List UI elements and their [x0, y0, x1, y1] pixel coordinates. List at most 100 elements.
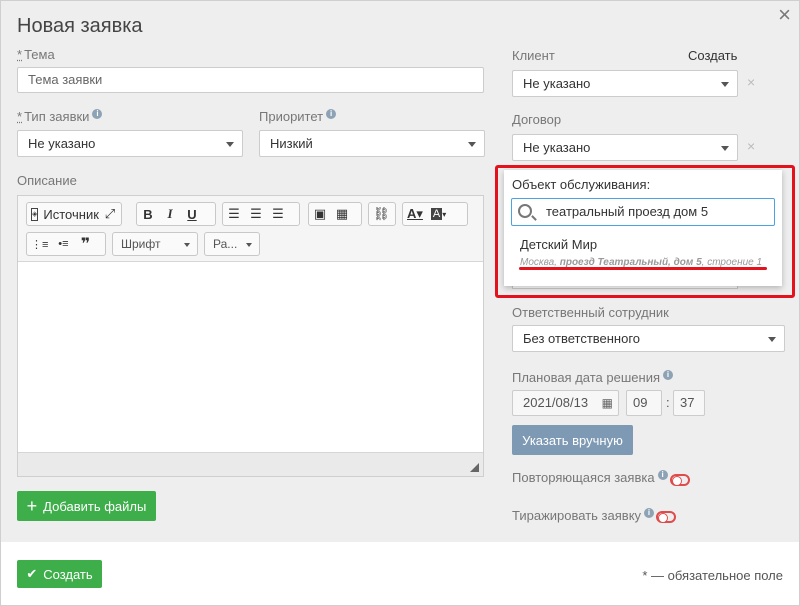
text-color-icon: A▾: [407, 206, 423, 221]
color-group: A▾ A ▾: [402, 202, 468, 226]
due-hour-input[interactable]: 09: [626, 390, 662, 416]
client-select[interactable]: Не указано: [512, 70, 738, 97]
maximize-button[interactable]: ⤢: [99, 203, 121, 225]
info-icon[interactable]: i: [657, 470, 668, 480]
create-client-link[interactable]: Создать: [688, 48, 737, 63]
link-icon: ⛓: [373, 206, 390, 221]
description-label: Описание: [17, 173, 77, 188]
contract-value: Не указано: [523, 140, 591, 155]
editor-toolbar: ◈ Источник ⤢ B I U ☰ ☰ ☰ ▣ ▦ ⛓ A▾ A ▾ ⋮≡…: [18, 196, 483, 262]
responsible-select[interactable]: Без ответственного: [512, 325, 785, 352]
dialog-title: Новая заявка: [17, 15, 143, 37]
link-button[interactable]: ⛓: [369, 203, 394, 225]
chevron-down-icon: [468, 142, 476, 147]
plus-icon: +: [26, 496, 38, 516]
toggle-switch[interactable]: [656, 510, 676, 523]
source-icon: ◈: [31, 207, 39, 221]
bold-button[interactable]: B: [137, 203, 159, 225]
client-label: Клиент: [512, 48, 555, 63]
responsible-label: Ответственный сотрудник: [512, 305, 669, 320]
due-minute-input[interactable]: 37: [673, 390, 705, 416]
numbered-list-icon: ⋮≡: [31, 238, 49, 251]
info-icon[interactable]: i: [92, 109, 103, 119]
blockquote-button[interactable]: ❞: [74, 233, 96, 255]
align-left-icon: ☰: [228, 206, 240, 221]
source-button[interactable]: ◈ Источник: [27, 203, 99, 225]
chevron-down-icon: [184, 243, 190, 247]
resize-handle-icon[interactable]: [470, 463, 479, 472]
numbered-list-button[interactable]: ⋮≡: [27, 233, 52, 255]
calendar-icon[interactable]: ▦: [602, 391, 613, 415]
link-group: ⛓: [368, 202, 396, 226]
required-mark: *: [17, 109, 23, 124]
list-group: ⋮≡ •≡ ❞: [26, 232, 106, 256]
image-button[interactable]: ▣: [309, 203, 331, 225]
close-icon[interactable]: ×: [778, 4, 791, 26]
align-center-button[interactable]: ☰: [245, 203, 267, 225]
clear-client-icon[interactable]: ×: [747, 74, 755, 90]
topic-label: * Тема: [17, 47, 55, 62]
chevron-down-icon: [246, 243, 252, 247]
contract-label: Договор: [512, 112, 562, 127]
priority-select[interactable]: Низкий: [259, 130, 485, 157]
text-color-button[interactable]: A▾: [403, 203, 427, 225]
align-left-button[interactable]: ☰: [223, 203, 245, 225]
required-note: * — обязательное поле: [642, 568, 783, 583]
topic-input[interactable]: Тема заявки: [17, 67, 484, 93]
info-icon[interactable]: i: [326, 109, 337, 119]
table-icon: ▦: [335, 206, 349, 221]
check-icon: ✔: [26, 566, 38, 581]
source-group: ◈ Источник ⤢: [26, 202, 122, 226]
recurring-toggle[interactable]: [670, 471, 690, 486]
priority-value: Низкий: [270, 136, 313, 151]
type-value: Не указано: [28, 136, 96, 151]
underline-button[interactable]: U: [181, 203, 203, 225]
add-files-button[interactable]: + Добавить файлы: [17, 491, 156, 521]
contract-select[interactable]: Не указано: [512, 134, 738, 161]
create-button[interactable]: ✔ Создать: [17, 560, 102, 588]
basic-styles-group: B I U: [136, 202, 216, 226]
chevron-down-icon: [721, 146, 729, 151]
align-group: ☰ ☰ ☰: [222, 202, 300, 226]
chevron-down-icon: [721, 82, 729, 87]
table-button[interactable]: ▦: [331, 203, 353, 225]
align-right-button[interactable]: ☰: [267, 203, 289, 225]
bg-color-icon: A: [430, 208, 443, 220]
image-icon: ▣: [313, 206, 327, 221]
info-icon[interactable]: i: [663, 370, 673, 380]
bg-color-button[interactable]: A ▾: [427, 203, 450, 225]
replicate-toggle[interactable]: [656, 508, 676, 523]
quote-icon: ❞: [80, 236, 91, 253]
editor-statusbar: [18, 452, 483, 476]
type-label: * Тип заявки i: [17, 109, 103, 124]
align-right-icon: ☰: [272, 206, 284, 221]
size-combo[interactable]: Ра...: [204, 232, 260, 256]
font-combo[interactable]: Шрифт: [112, 232, 198, 256]
insert-group: ▣ ▦: [308, 202, 362, 226]
align-center-icon: ☰: [250, 206, 262, 221]
italic-button[interactable]: I: [159, 203, 181, 225]
set-manually-button[interactable]: Указать вручную: [512, 425, 633, 455]
bulleted-list-icon: •≡: [58, 238, 69, 250]
type-select[interactable]: Не указано: [17, 130, 243, 157]
new-request-dialog: Новая заявка × * Тема Тема заявки * Тип за…: [0, 0, 800, 606]
priority-label: Приоритет i: [259, 109, 337, 124]
due-date-label: Плановая дата решения i: [512, 370, 673, 385]
red-highlight-annotation: [495, 165, 795, 298]
info-icon[interactable]: i: [644, 508, 655, 518]
time-separator: :: [666, 395, 670, 410]
client-value: Не указано: [523, 76, 591, 91]
description-editor[interactable]: ◈ Источник ⤢ B I U ☰ ☰ ☰ ▣ ▦ ⛓ A▾ A ▾ ⋮≡…: [17, 195, 484, 477]
required-mark: *: [17, 47, 23, 62]
clear-contract-icon[interactable]: ×: [747, 138, 755, 154]
dialog-footer: ✔ Создать * — обязательное поле: [1, 542, 799, 605]
chevron-down-icon: [768, 337, 776, 342]
chevron-down-icon: [226, 142, 234, 147]
bulleted-list-button[interactable]: •≡: [52, 233, 74, 255]
due-date-input[interactable]: 2021/08/13 ▦: [512, 390, 619, 416]
maximize-icon: ⤢: [104, 206, 116, 221]
toggle-switch[interactable]: [670, 473, 690, 486]
replicate-label: Тиражировать заявку i: [512, 508, 655, 523]
topic-placeholder: Тема заявки: [28, 72, 103, 87]
recurring-label: Повторяющаяся заявка i: [512, 470, 668, 485]
